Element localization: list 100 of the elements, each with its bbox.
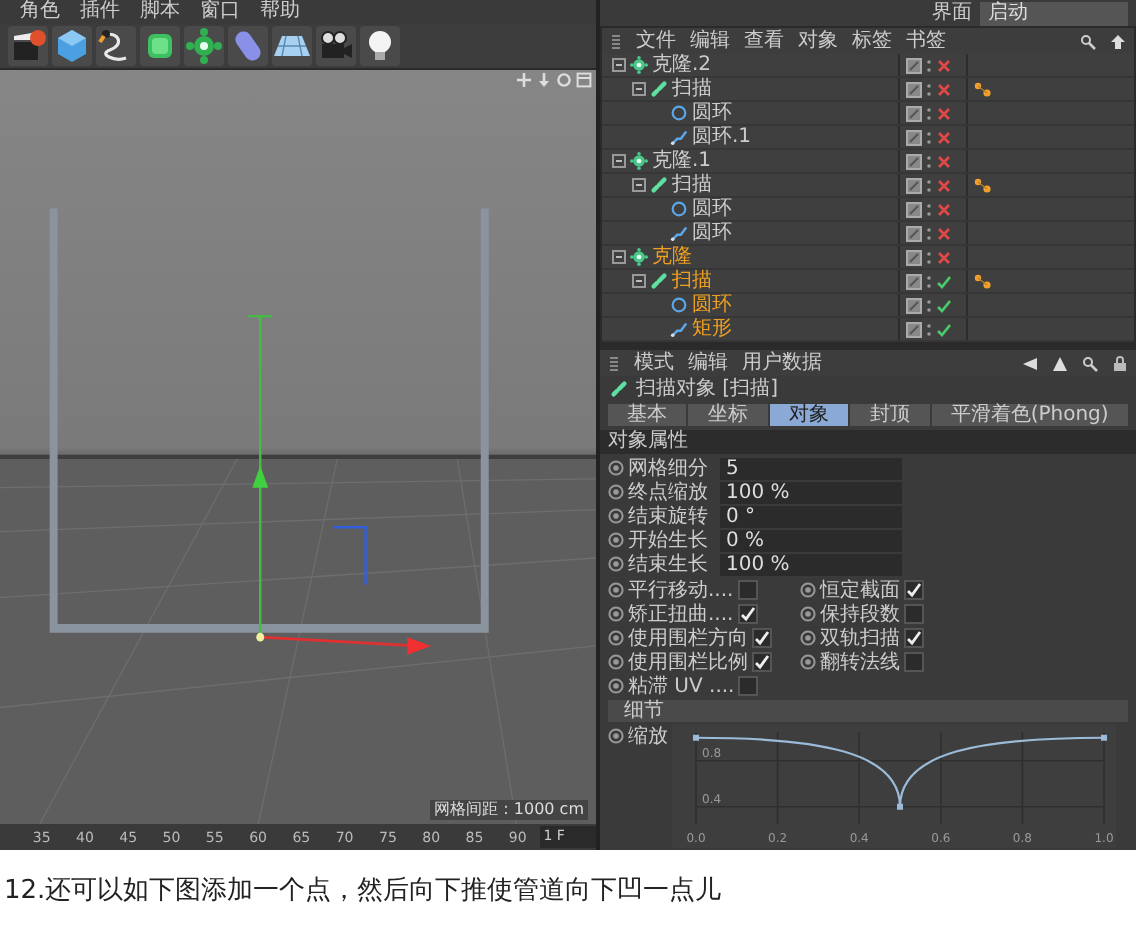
visibility-dots-icon[interactable] [926, 297, 932, 313]
menu-item[interactable]: 对象 [798, 29, 838, 53]
cross-icon[interactable] [936, 201, 952, 217]
cross-icon[interactable] [936, 153, 952, 169]
visibility-dots-icon[interactable] [926, 225, 932, 241]
search-icon[interactable] [1082, 355, 1098, 371]
collapse-icon[interactable] [612, 154, 626, 168]
tab[interactable]: 封顶 [850, 404, 930, 426]
viewport[interactable]: 网格间距 : 1000 cm [0, 70, 596, 824]
menu-item[interactable]: 帮助 [260, 0, 300, 24]
animation-dot-icon[interactable] [608, 678, 624, 694]
floor-plane-icon[interactable] [272, 26, 312, 66]
clapper-icon[interactable] [8, 26, 48, 66]
visibility-dots-icon[interactable] [926, 153, 932, 169]
object-item[interactable]: 克隆.2 [652, 54, 712, 76]
menu-item[interactable]: 模式 [634, 351, 674, 375]
object-item[interactable]: 扫描 [672, 174, 712, 196]
checkbox[interactable] [737, 604, 758, 624]
menu-item[interactable]: 查看 [744, 29, 784, 53]
animation-dot-icon[interactable] [800, 630, 816, 646]
checkbox[interactable] [904, 652, 924, 672]
curve-point[interactable] [897, 803, 903, 810]
check-icon[interactable] [936, 273, 952, 289]
search-icon[interactable] [1080, 33, 1096, 49]
object-item[interactable]: 扫描 [672, 78, 712, 100]
tab[interactable]: 基本 [608, 404, 687, 426]
scale-curve[interactable] [696, 736, 1104, 808]
menu-item[interactable]: 编辑 [688, 351, 728, 375]
layer-icon[interactable] [906, 105, 922, 121]
animation-dot-icon[interactable] [608, 532, 624, 548]
input-field[interactable]: 0 ° [720, 505, 902, 527]
input-field[interactable]: 100 % [720, 481, 902, 503]
tab[interactable]: 平滑着色(Phong) [931, 404, 1129, 426]
tag-icon[interactable] [974, 273, 994, 289]
tag-icon[interactable] [974, 177, 994, 193]
input-field[interactable]: 100 % [720, 553, 902, 575]
animation-dot-icon[interactable] [800, 582, 816, 598]
menu-item[interactable]: 用户数据 [742, 351, 822, 375]
visibility-dots-icon[interactable] [926, 105, 932, 121]
checkbox[interactable] [904, 604, 924, 624]
object-item[interactable]: 克隆 [652, 246, 692, 268]
input-field[interactable]: 0 % [720, 529, 902, 551]
checkbox[interactable] [752, 652, 772, 672]
layer-icon[interactable] [906, 81, 922, 97]
curve-point[interactable] [1101, 734, 1107, 741]
check-icon[interactable] [936, 321, 952, 337]
checkbox[interactable] [737, 580, 758, 600]
menu-item[interactable]: 编辑 [690, 29, 730, 53]
layer-icon[interactable] [906, 129, 922, 145]
object-item[interactable]: 圆环.1 [692, 126, 752, 148]
visibility-dots-icon[interactable] [926, 177, 932, 193]
animation-dot-icon[interactable] [608, 654, 624, 670]
menu-item[interactable]: 书签 [906, 29, 946, 53]
cross-icon[interactable] [936, 81, 952, 97]
arrow-down-icon[interactable] [536, 72, 552, 88]
layer-icon[interactable] [906, 297, 922, 313]
visibility-dots-icon[interactable] [926, 273, 932, 289]
visibility-dots-icon[interactable] [926, 201, 932, 217]
layer-icon[interactable] [906, 177, 922, 193]
layer-icon[interactable] [906, 273, 922, 289]
back-arrow-icon[interactable] [1022, 355, 1038, 371]
tab[interactable]: 对象 [769, 404, 849, 426]
menu-item[interactable]: 脚本 [140, 0, 180, 24]
visibility-dots-icon[interactable] [926, 81, 932, 97]
visibility-dots-icon[interactable] [926, 57, 932, 73]
layer-icon[interactable] [906, 201, 922, 217]
subdivision-cube-icon[interactable] [140, 26, 180, 66]
collapse-icon[interactable] [612, 58, 626, 72]
animation-dot-icon[interactable] [800, 606, 816, 622]
checkbox[interactable] [904, 628, 924, 648]
object-item[interactable]: 矩形 [692, 318, 732, 340]
layer-icon[interactable] [906, 249, 922, 265]
lock-icon[interactable] [1112, 355, 1128, 371]
menu-item[interactable]: 文件 [636, 29, 676, 53]
layout-dropdown[interactable]: 启动 [980, 1, 1128, 25]
cloner-tool-icon[interactable] [184, 26, 224, 66]
layer-icon[interactable] [906, 321, 922, 337]
layer-icon[interactable] [906, 57, 922, 73]
animation-dot-icon[interactable] [608, 728, 624, 744]
animation-dot-icon[interactable] [608, 484, 624, 500]
tag-icon[interactable] [974, 81, 994, 97]
menu-item[interactable]: 标签 [852, 29, 892, 53]
layer-icon[interactable] [906, 225, 922, 241]
animation-dot-icon[interactable] [608, 508, 624, 524]
up-arrow-icon[interactable] [1052, 355, 1068, 371]
cross-icon[interactable] [936, 225, 952, 241]
animation-dot-icon[interactable] [608, 630, 624, 646]
cross-icon[interactable] [936, 129, 952, 145]
object-item[interactable]: 克隆.1 [652, 150, 712, 172]
visibility-dots-icon[interactable] [926, 129, 932, 145]
menu-item[interactable]: 角色 [20, 0, 60, 24]
cross-icon[interactable] [936, 249, 952, 265]
animation-dot-icon[interactable] [608, 582, 624, 598]
input-field[interactable]: 5 [720, 457, 902, 479]
camera-icon[interactable] [316, 26, 356, 66]
checkbox[interactable] [738, 676, 759, 696]
checkbox[interactable] [752, 628, 772, 648]
layer-icon[interactable] [906, 153, 922, 169]
animation-dot-icon[interactable] [608, 606, 624, 622]
up-arrow-icon[interactable] [1110, 33, 1126, 49]
